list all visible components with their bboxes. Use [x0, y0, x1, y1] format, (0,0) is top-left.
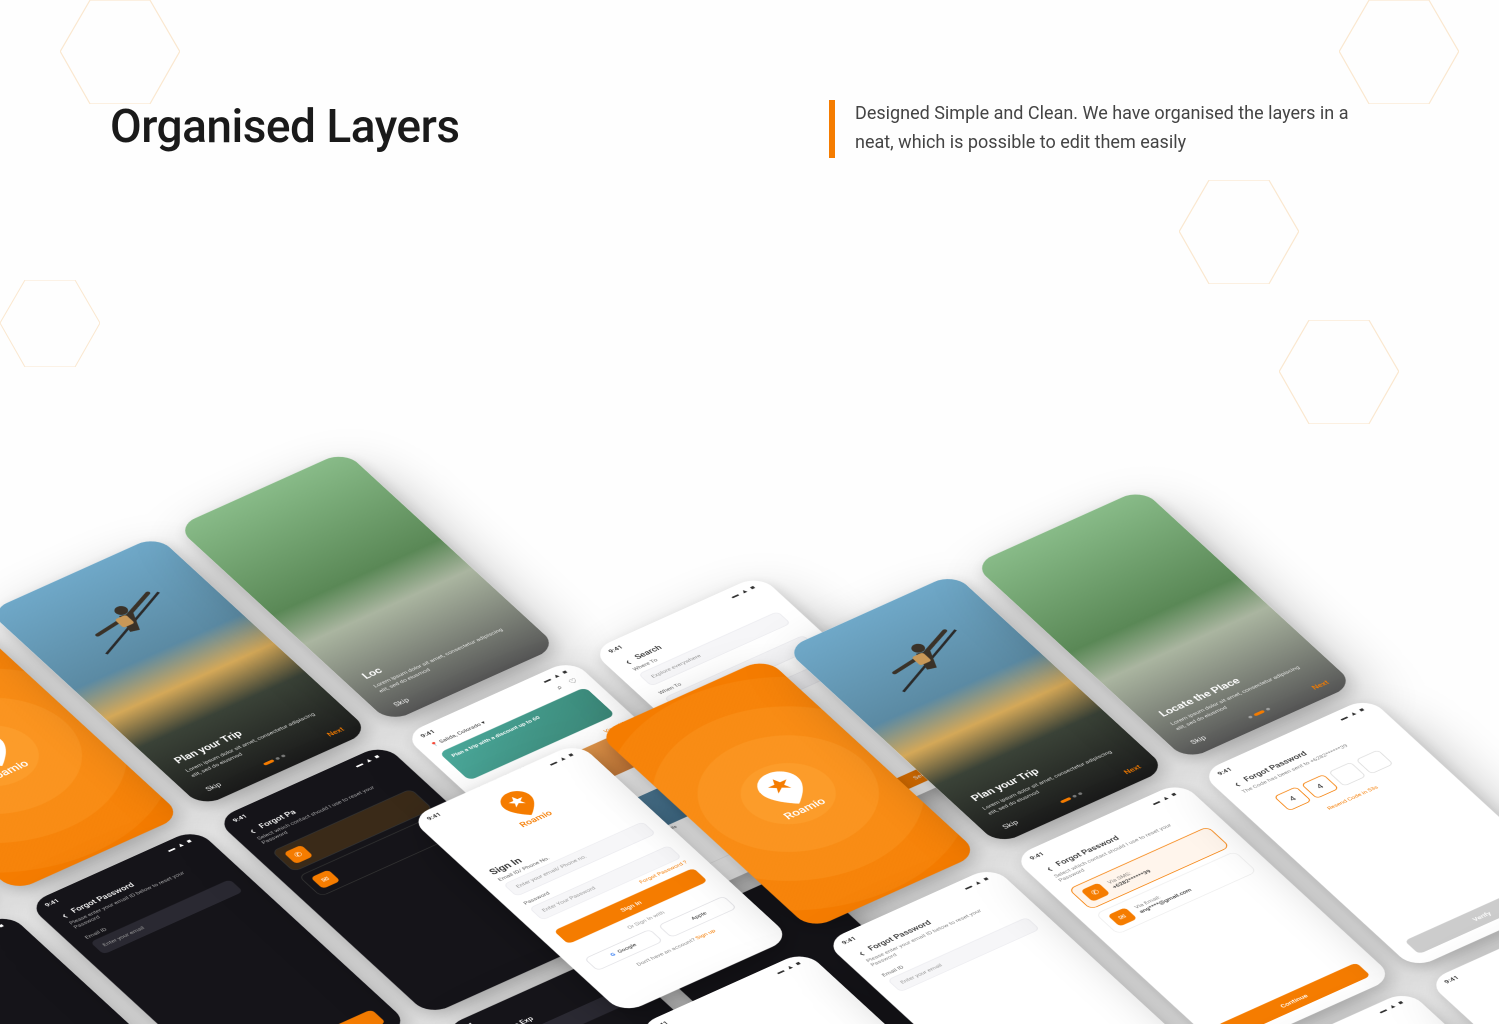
mockup-stage: 9:41▬ ▲ ■ Roamio Sign In Email ID/ Phone… — [0, 240, 1499, 1024]
submit-button[interactable]: Submit — [232, 1009, 386, 1024]
verify-button[interactable]: Verify — [1404, 878, 1499, 954]
search-sub: for a place — [0, 943, 24, 1010]
email-icon: ✉ — [1107, 907, 1137, 926]
hexagon-decoration — [1339, 0, 1459, 104]
otp-digit[interactable]: 4 — [1301, 774, 1339, 799]
header: Organised Layers Designed Simple and Cle… — [110, 100, 1389, 158]
page-title: Organised Layers — [110, 100, 460, 154]
subtitle-block: Designed Simple and Clean. We have organ… — [829, 100, 1389, 158]
accent-bar — [829, 100, 835, 158]
otp-digit[interactable] — [1328, 762, 1366, 787]
email-icon: ✉ — [310, 870, 340, 889]
subtitle-text: Designed Simple and Clean. We have organ… — [855, 100, 1389, 158]
splash-logo: Roamio — [0, 728, 32, 785]
google-button[interactable]: GGoogle — [584, 929, 663, 971]
sms-icon: ✆ — [1080, 883, 1110, 902]
hexagon-decoration — [60, 0, 180, 104]
sms-icon: ✆ — [283, 845, 313, 864]
google-icon: G — [609, 952, 617, 958]
search-icon[interactable]: ⌕ — [555, 684, 566, 692]
explore-heading: Where to Exp — [488, 1016, 536, 1024]
otp-digit[interactable] — [1356, 750, 1394, 775]
otp-digit[interactable]: 4 — [1274, 786, 1312, 811]
apple-button[interactable]: Apple — [658, 896, 737, 938]
bell-icon[interactable]: ♡ — [567, 677, 580, 686]
signup-link[interactable]: Sign up — [694, 928, 717, 941]
continue-button[interactable]: Continue — [1217, 962, 1371, 1024]
